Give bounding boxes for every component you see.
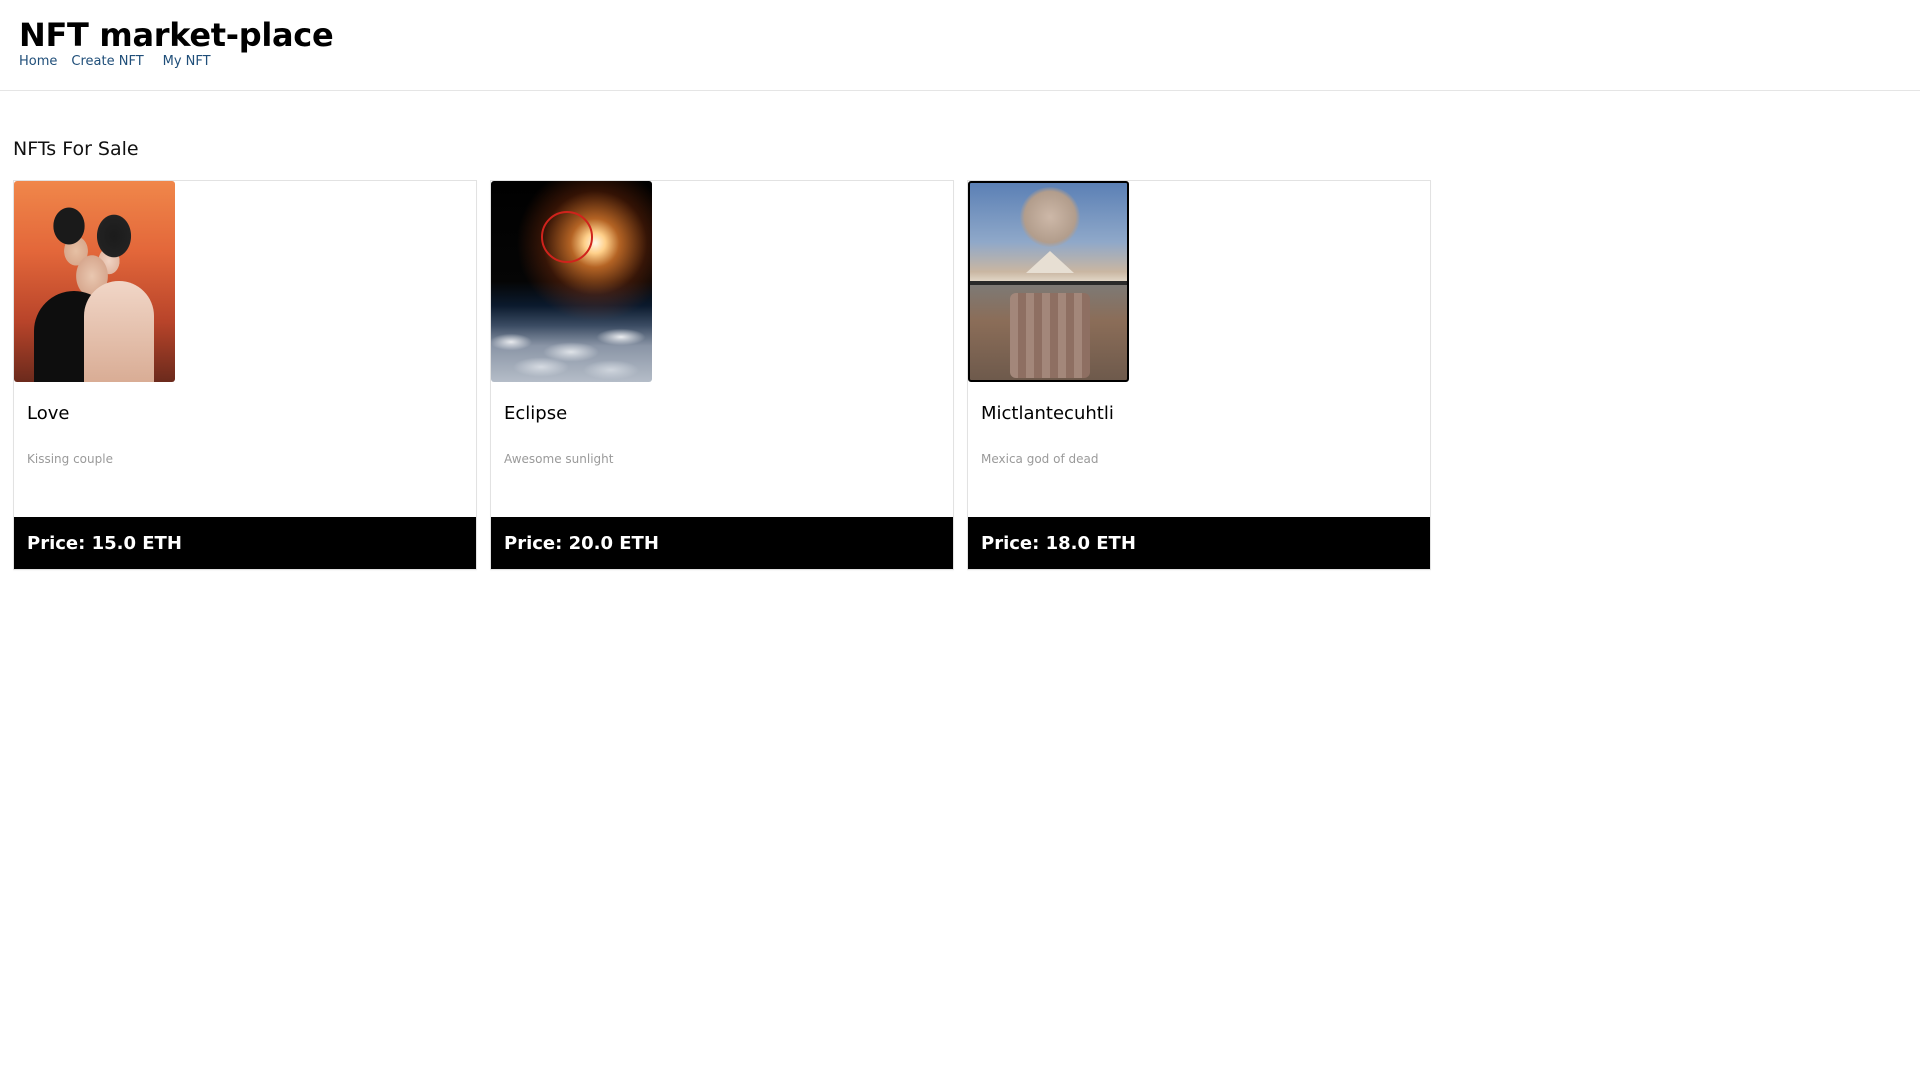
nft-description: Awesome sunlight [504, 452, 614, 466]
nft-price: Price: 15.0 ETH [27, 532, 182, 554]
nft-card[interactable]: Mictlantecuhtli Mexica god of dead Price… [967, 180, 1431, 570]
nav-links: Home Create NFT My NFT [19, 54, 225, 69]
nft-description: Mexica god of dead [981, 452, 1099, 466]
brand-title: NFT market-place [19, 16, 334, 54]
nav-link-home[interactable]: Home [19, 54, 57, 69]
nft-price: Price: 18.0 ETH [981, 532, 1136, 554]
nft-card[interactable]: Love Kissing couple Price: 15.0 ETH [13, 180, 477, 570]
nft-name: Mictlantecuhtli [981, 403, 1114, 424]
nft-image-love[interactable] [14, 181, 175, 382]
nft-image-mictlantecuhtli[interactable] [968, 181, 1129, 382]
image-divider [970, 281, 1127, 285]
statue-shape [1010, 293, 1090, 378]
clouds-shape [491, 312, 652, 382]
nft-card-footer: Price: 15.0 ETH [14, 517, 476, 569]
nft-price: Price: 20.0 ETH [504, 532, 659, 554]
nft-name: Love [27, 403, 70, 424]
nft-card-footer: Price: 18.0 ETH [968, 517, 1430, 569]
nft-description: Kissing couple [27, 452, 113, 466]
nav-link-create-nft[interactable]: Create NFT [71, 54, 143, 69]
eclipse-ring [541, 211, 593, 263]
figure-shape [84, 281, 154, 382]
nft-image-eclipse[interactable] [491, 181, 652, 382]
nft-name: Eclipse [504, 403, 568, 424]
pyramid-shape [1026, 251, 1074, 273]
cloud-shape [1020, 187, 1080, 247]
nft-card[interactable]: Eclipse Awesome sunlight Price: 20.0 ETH [490, 180, 954, 570]
nft-card-footer: Price: 20.0 ETH [491, 517, 953, 569]
nav-link-my-nft[interactable]: My NFT [163, 54, 211, 69]
navbar: NFT market-place Home Create NFT My NFT [0, 0, 1920, 91]
section-title: NFTs For Sale [13, 138, 139, 160]
nft-card-list: Love Kissing couple Price: 15.0 ETH Ecli… [13, 180, 1431, 570]
